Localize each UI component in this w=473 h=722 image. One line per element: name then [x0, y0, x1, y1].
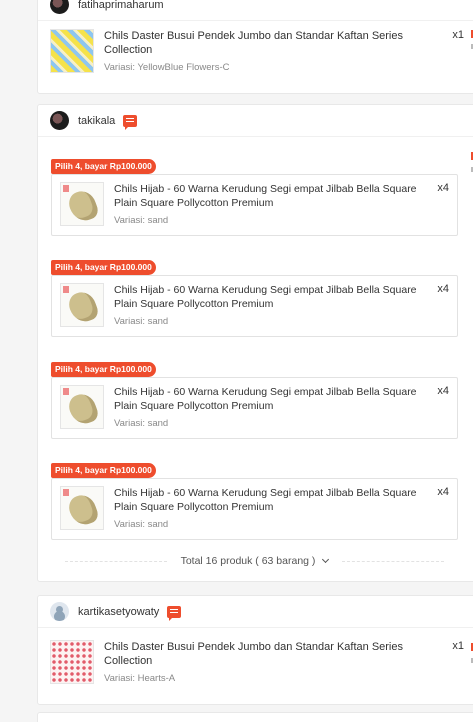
product-info: Chils Hijab - 60 Warna Kerudung Segi emp… — [104, 486, 429, 532]
shop-name[interactable]: fatihaprimaharum — [78, 0, 164, 11]
product-info: Chils Hijab - 60 Warna Kerudung Segi emp… — [104, 385, 429, 431]
product-name[interactable]: Chils Hijab - 60 Warna Kerudung Segi emp… — [114, 385, 429, 413]
product-name[interactable]: Chils Hijab - 60 Warna Kerudung Segi emp… — [114, 486, 429, 514]
order-card-kartikasetyowaty: kartikasetyowaty Chils Daster Busui Pend… — [37, 595, 473, 705]
shop-header[interactable]: takikala — [38, 105, 473, 137]
product-thumbnail[interactable] — [60, 486, 104, 530]
shop-avatar — [50, 0, 69, 14]
bundle-item[interactable]: Pilih 4, bayar Rp100.000 Chils Hijab - 6… — [51, 257, 458, 337]
shop-name[interactable]: takikala — [78, 115, 115, 127]
order-total-text: Total 16 produk ( 63 barang ) — [180, 555, 316, 567]
product-qty: x1 — [452, 640, 464, 652]
product-thumbnail[interactable] — [50, 29, 94, 73]
bundle-promo-badge: Pilih 4, bayar Rp100.000 — [51, 159, 156, 174]
order-item[interactable]: Chils Hijab - 60 Warna Kerudung Segi emp… — [51, 478, 458, 540]
product-qty: x1 — [452, 29, 464, 41]
product-qty: x4 — [437, 283, 449, 295]
product-name[interactable]: Chils Hijab - 60 Warna Kerudung Segi emp… — [114, 283, 429, 311]
shop-avatar — [50, 111, 69, 130]
product-info: Chils Hijab - 60 Warna Kerudung Segi emp… — [104, 182, 429, 228]
order-card-fatihaprimaharum: fatihaprimaharum Chils Daster Busui Pend… — [37, 0, 473, 94]
product-thumbnail[interactable] — [60, 283, 104, 327]
order-item[interactable]: Chils Hijab - 60 Warna Kerudung Segi emp… — [51, 377, 458, 439]
product-info: Chils Daster Busui Pendek Jumbo dan Stan… — [94, 29, 444, 73]
product-variant: Variasi: Hearts-A — [104, 673, 176, 684]
brand-mark-icon — [63, 286, 69, 293]
product-info: Chils Daster Busui Pendek Jumbo dan Stan… — [94, 640, 444, 684]
product-variant: Variasi: sand — [114, 418, 169, 429]
product-thumbnail[interactable] — [60, 182, 104, 226]
product-thumbnail[interactable] — [60, 385, 104, 429]
bundle-promo-badge: Pilih 4, bayar Rp100.000 — [51, 260, 156, 275]
chat-icon[interactable] — [123, 114, 138, 130]
product-variant: Variasi: sand — [114, 519, 169, 530]
product-thumbnail[interactable] — [50, 640, 94, 684]
orders-page: fatihaprimaharum Chils Daster Busui Pend… — [0, 0, 473, 722]
product-variant: Variasi: sand — [114, 215, 169, 226]
bundle-promo-badge: Pilih 4, bayar Rp100.000 — [51, 463, 156, 478]
order-item[interactable]: Chils Daster Busui Pendek Jumbo dan Stan… — [38, 628, 473, 694]
product-name[interactable]: Chils Daster Busui Pendek Jumbo dan Stan… — [104, 640, 444, 668]
bundle-promo-badge: Pilih 4, bayar Rp100.000 — [51, 362, 156, 377]
brand-mark-icon — [63, 489, 69, 496]
product-qty: x4 — [437, 486, 449, 498]
product-info: Chils Hijab - 60 Warna Kerudung Segi emp… — [104, 283, 429, 329]
product-variant: Variasi: sand — [114, 316, 169, 327]
shop-name[interactable]: kartikasetyowaty — [78, 606, 159, 618]
product-qty: x4 — [437, 385, 449, 397]
bundle-item[interactable]: Pilih 4, bayar Rp100.000 Chils Hijab - 6… — [51, 460, 458, 540]
product-qty: x4 — [437, 182, 449, 194]
order-item[interactable]: Chils Hijab - 60 Warna Kerudung Segi emp… — [51, 174, 458, 236]
brand-mark-icon — [63, 185, 69, 192]
order-item[interactable]: Chils Hijab - 60 Warna Kerudung Segi emp… — [51, 275, 458, 337]
order-total-toggle[interactable]: Total 16 produk ( 63 barang ) — [51, 554, 458, 568]
product-name[interactable]: Chils Daster Busui Pendek Jumbo dan Stan… — [104, 29, 444, 57]
shop-header[interactable]: kartikasetyowaty — [38, 596, 473, 628]
shop-avatar — [50, 602, 69, 621]
chat-icon[interactable] — [167, 605, 182, 621]
bundle-item[interactable]: Pilih 4, bayar Rp100.000 Chils Hijab - 6… — [51, 156, 458, 236]
order-item[interactable]: Chils Daster Busui Pendek Jumbo dan Stan… — [38, 21, 473, 83]
product-name[interactable]: Chils Hijab - 60 Warna Kerudung Segi emp… — [114, 182, 429, 210]
brand-mark-icon — [63, 388, 69, 395]
shop-header[interactable]: fatihaprimaharum — [38, 0, 473, 21]
product-variant: Variasi: YellowBlue Flowers-C — [104, 62, 230, 73]
order-card-next — [37, 712, 473, 722]
chevron-down-icon — [322, 555, 330, 564]
bundle-item[interactable]: Pilih 4, bayar Rp100.000 Chils Hijab - 6… — [51, 359, 458, 439]
